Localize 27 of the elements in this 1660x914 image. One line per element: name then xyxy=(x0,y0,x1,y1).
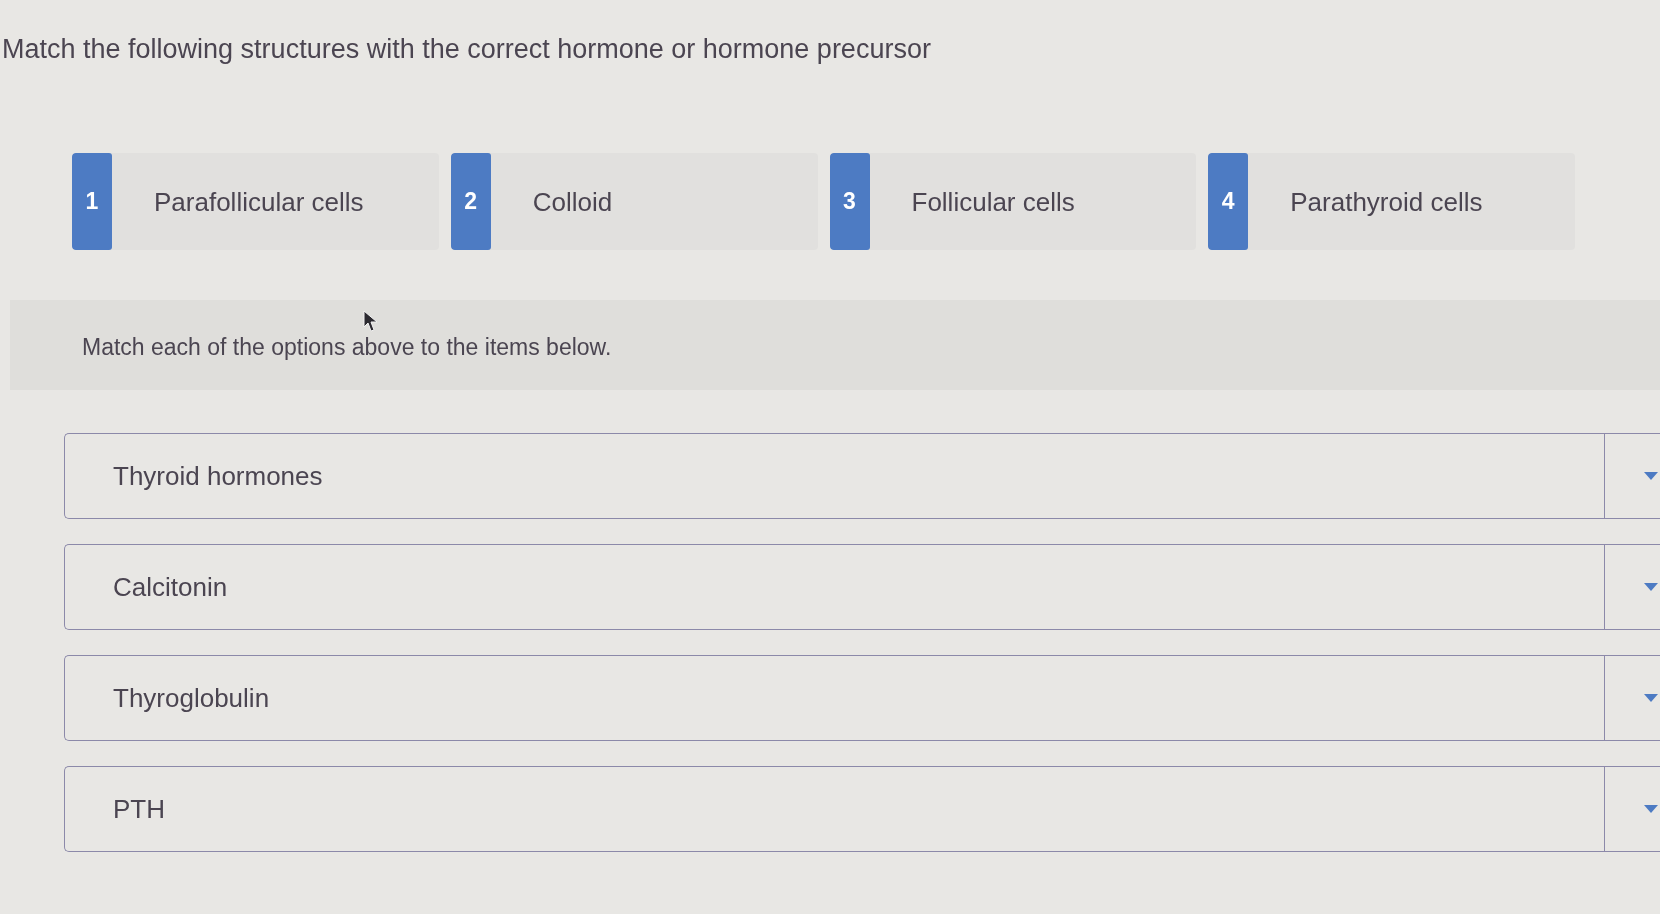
option-card[interactable]: 3 Follicular cells xyxy=(829,153,1197,250)
caret-icon xyxy=(1644,583,1658,591)
item-label: Thyroglobulin xyxy=(113,682,270,714)
question-title: Match the following structures with the correct hormone or hormone precursor xyxy=(2,33,931,65)
item-label: Thyroid hormones xyxy=(113,460,323,492)
option-label: Follicular cells xyxy=(911,185,1075,218)
number-tab: 1 xyxy=(72,153,112,250)
item-label: PTH xyxy=(113,793,165,825)
item-label: Calcitonin xyxy=(113,571,228,603)
answer-dropdown[interactable] xyxy=(1604,767,1660,851)
option-card[interactable]: 1 Parafollicular cells xyxy=(72,153,439,250)
answer-dropdown[interactable] xyxy=(1604,434,1660,518)
option-label: Colloid xyxy=(532,185,613,218)
option-card[interactable]: 2 Colloid xyxy=(450,153,818,250)
caret-icon xyxy=(1644,472,1658,480)
answer-dropdown[interactable] xyxy=(1604,656,1660,740)
instruction-text: Match each of the options above to the items below. xyxy=(82,333,612,361)
option-card[interactable]: 4 Parathyroid cells xyxy=(1208,153,1575,250)
answer-dropdown[interactable] xyxy=(1604,545,1660,629)
option-label: Parathyroid cells xyxy=(1290,185,1483,218)
number-tab: 4 xyxy=(1208,153,1249,250)
number-tab: 2 xyxy=(450,153,491,250)
mouse-pointer-icon xyxy=(363,310,379,332)
caret-icon xyxy=(1644,805,1658,813)
caret-icon xyxy=(1644,694,1658,702)
number-tab: 3 xyxy=(829,153,870,250)
option-label: Parafollicular cells xyxy=(154,185,364,218)
